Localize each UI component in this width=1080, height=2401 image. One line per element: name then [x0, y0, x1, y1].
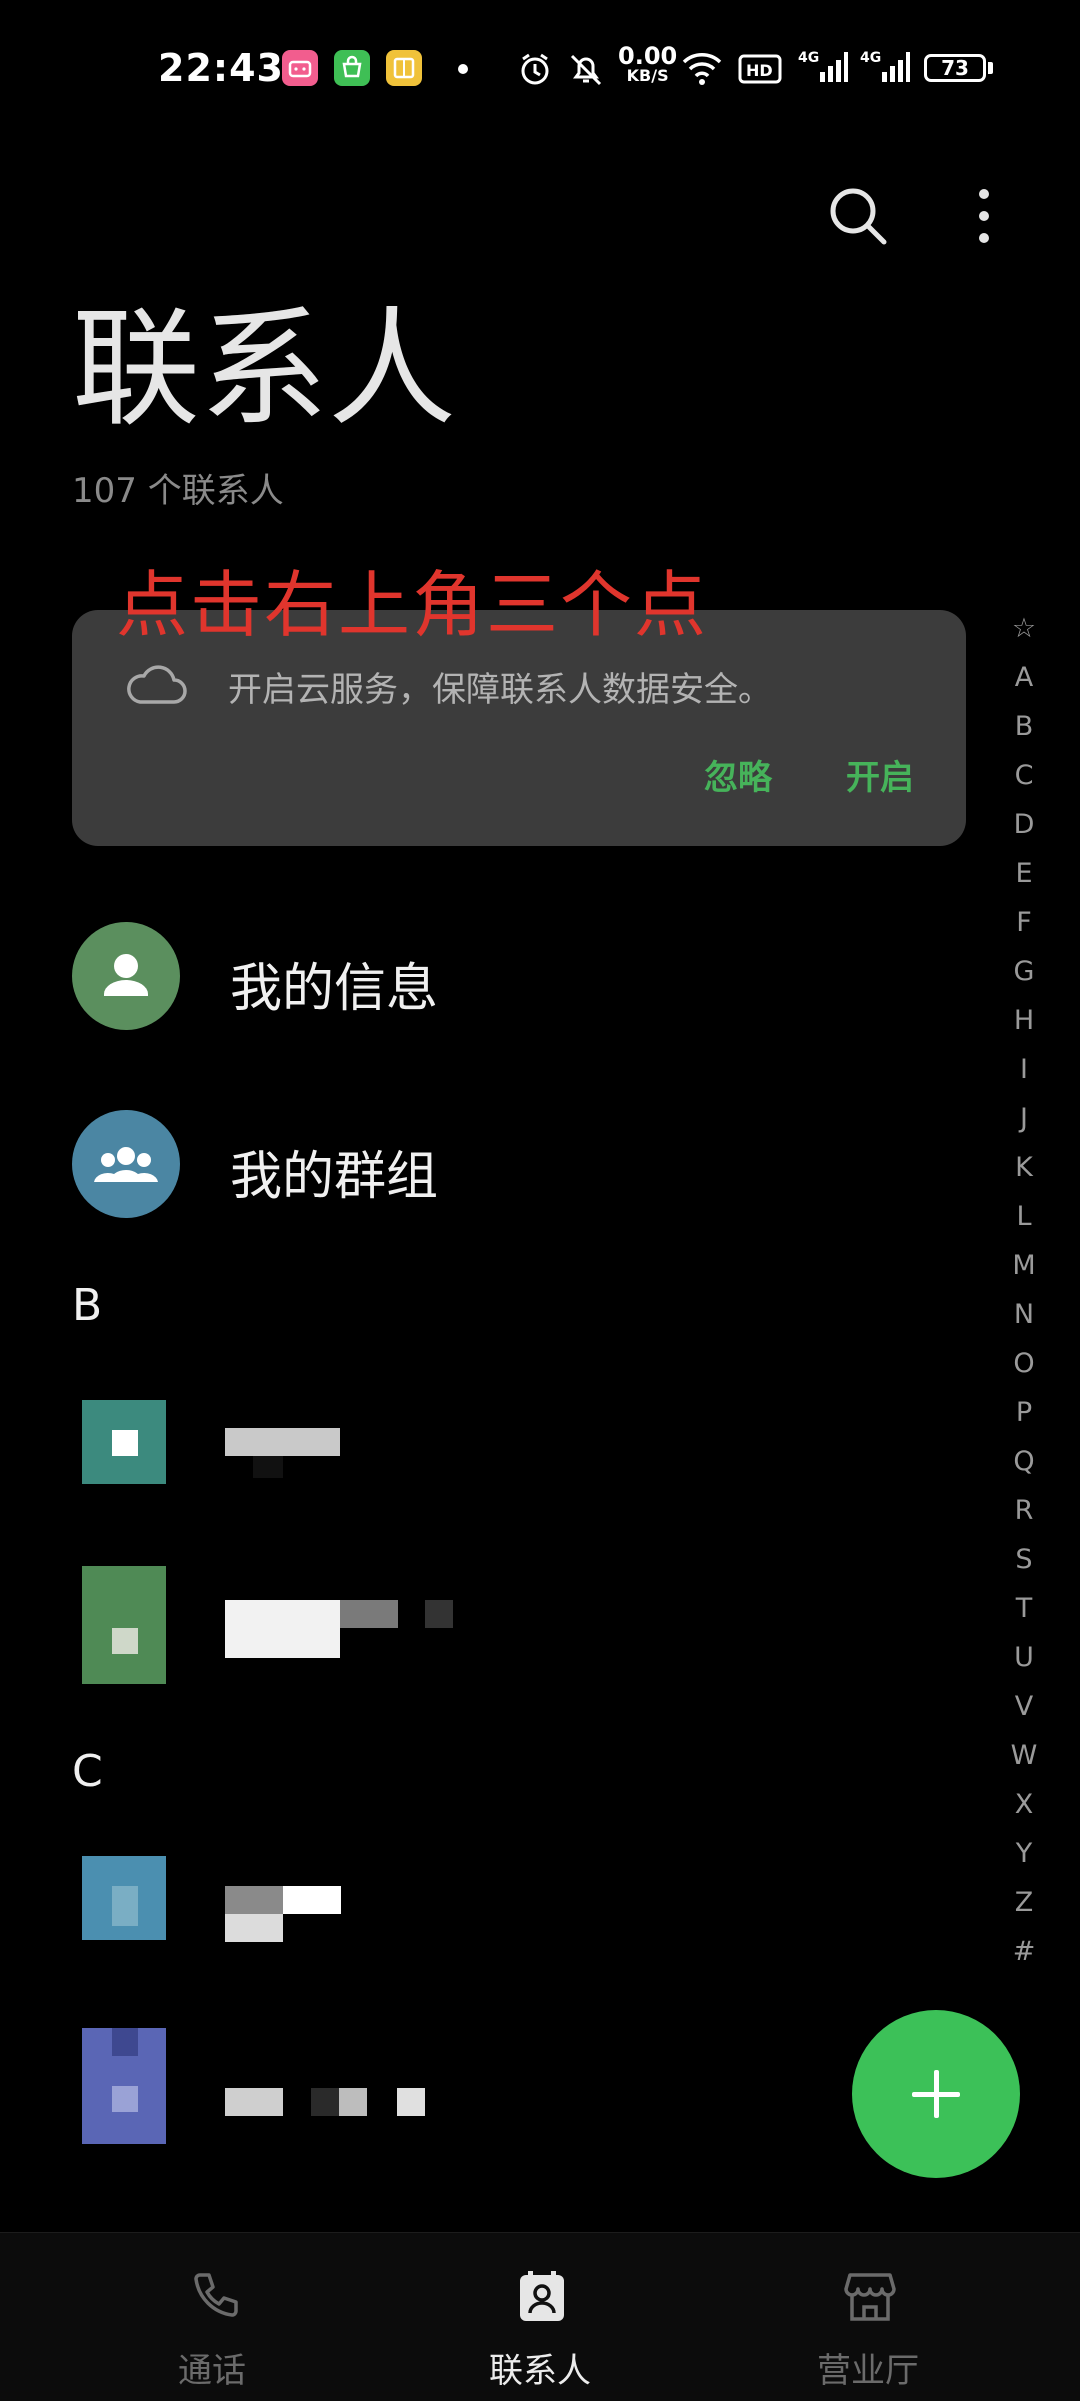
- index-item[interactable]: P: [1002, 1388, 1046, 1437]
- section-header-b: B: [72, 1280, 103, 1331]
- index-item[interactable]: Q: [1002, 1437, 1046, 1486]
- hd-voice-icon: HD: [738, 54, 782, 88]
- more-options-icon[interactable]: [968, 184, 1000, 252]
- index-item[interactable]: I: [1002, 1045, 1046, 1094]
- index-item[interactable]: H: [1002, 996, 1046, 1045]
- index-item[interactable]: C: [1002, 751, 1046, 800]
- overlay-instruction-text: 点击右上角三个点: [116, 563, 709, 647]
- my-info-row[interactable]: 我的信息: [0, 922, 980, 1042]
- mute-bell-icon: [566, 50, 606, 92]
- status-bar: 22:43 0.00 KB/S HD 4G 4G 73: [0, 0, 1080, 136]
- tab-service-hall[interactable]: 营业厅: [718, 2233, 1018, 2401]
- index-item[interactable]: U: [1002, 1633, 1046, 1682]
- phone-icon: [186, 2269, 242, 2329]
- my-groups-row[interactable]: 我的群组: [0, 1110, 980, 1230]
- index-item[interactable]: J: [1002, 1094, 1046, 1143]
- index-item[interactable]: V: [1002, 1682, 1046, 1731]
- person-icon: [104, 954, 148, 996]
- section-header-c: C: [72, 1746, 103, 1797]
- index-item[interactable]: M: [1002, 1241, 1046, 1290]
- tab-calls[interactable]: 通话: [62, 2233, 362, 2401]
- tab-contacts-label: 联系人: [489, 2351, 591, 2391]
- contact-avatar: [82, 2028, 166, 2144]
- index-item[interactable]: R: [1002, 1486, 1046, 1535]
- contact-row[interactable]: [0, 2028, 980, 2148]
- alphabet-index-bar[interactable]: ☆ A B C D E F G H I J K L M N O P Q R S T U V W X Y Z #: [1002, 604, 1046, 1976]
- tab-contacts[interactable]: 联系人: [390, 2233, 690, 2401]
- page-title: 联系人: [72, 295, 457, 444]
- tab-service-hall-label: 营业厅: [817, 2351, 919, 2391]
- alarm-icon: [516, 50, 554, 92]
- bilibili-app-icon: [282, 50, 318, 86]
- contact-row[interactable]: [0, 1856, 980, 1976]
- my-info-avatar: [72, 922, 180, 1030]
- add-contact-button[interactable]: [852, 2010, 1020, 2178]
- index-item[interactable]: N: [1002, 1290, 1046, 1339]
- index-item[interactable]: G: [1002, 947, 1046, 996]
- index-item[interactable]: Y: [1002, 1829, 1046, 1878]
- network-speed: 0.00 KB/S: [618, 44, 677, 84]
- svg-text:4G: 4G: [798, 50, 819, 66]
- index-item-favorites[interactable]: ☆: [1002, 604, 1046, 653]
- network-speed-unit: KB/S: [626, 66, 669, 85]
- contact-avatar: [82, 1856, 166, 1940]
- contact-row[interactable]: [0, 1396, 980, 1516]
- book-app-icon: [386, 50, 422, 86]
- index-item[interactable]: #: [1002, 1927, 1046, 1976]
- index-item[interactable]: O: [1002, 1339, 1046, 1388]
- ignore-button[interactable]: 忽略: [704, 750, 772, 799]
- bottom-navigation: 通话 联系人 营业厅: [0, 2232, 1080, 2401]
- contact-avatar: [82, 1400, 166, 1484]
- svg-text:4G: 4G: [860, 50, 881, 66]
- index-item[interactable]: T: [1002, 1584, 1046, 1633]
- index-item[interactable]: S: [1002, 1535, 1046, 1584]
- index-item[interactable]: F: [1002, 898, 1046, 947]
- wifi-icon: [680, 48, 724, 92]
- index-item[interactable]: X: [1002, 1780, 1046, 1829]
- contact-avatar: [82, 1566, 166, 1684]
- battery-tip: [988, 62, 993, 74]
- index-item[interactable]: Z: [1002, 1878, 1046, 1927]
- notification-dot: [458, 64, 468, 74]
- svg-text:HD: HD: [746, 61, 773, 80]
- battery-level: 73: [941, 56, 969, 80]
- cloud-card-message: 开启云服务，保障联系人数据安全。: [228, 670, 772, 710]
- my-groups-label: 我的群组: [230, 1147, 439, 1207]
- index-item[interactable]: D: [1002, 800, 1046, 849]
- contact-row[interactable]: [0, 1566, 980, 1686]
- shopping-app-icon: [334, 50, 370, 86]
- tab-calls-label: 通话: [178, 2351, 246, 2391]
- group-icon: [94, 1147, 158, 1182]
- index-item[interactable]: E: [1002, 849, 1046, 898]
- search-icon[interactable]: [826, 184, 890, 252]
- my-info-label: 我的信息: [230, 959, 439, 1019]
- index-item[interactable]: A: [1002, 653, 1046, 702]
- signal-icon-sim1: 4G: [798, 48, 848, 90]
- enable-button[interactable]: 开启: [846, 750, 914, 799]
- contact-count: 107 个联系人: [72, 471, 284, 511]
- network-speed-value: 0.00: [618, 42, 678, 70]
- signal-icon-sim2: 4G: [860, 48, 910, 90]
- index-item[interactable]: W: [1002, 1731, 1046, 1780]
- store-icon: [842, 2269, 898, 2329]
- cloud-icon: [124, 658, 188, 712]
- my-groups-avatar: [72, 1110, 180, 1218]
- status-time: 22:43: [158, 46, 284, 90]
- index-item[interactable]: B: [1002, 702, 1046, 751]
- index-item[interactable]: K: [1002, 1143, 1046, 1192]
- contacts-book-icon: [514, 2269, 570, 2329]
- index-item[interactable]: L: [1002, 1192, 1046, 1241]
